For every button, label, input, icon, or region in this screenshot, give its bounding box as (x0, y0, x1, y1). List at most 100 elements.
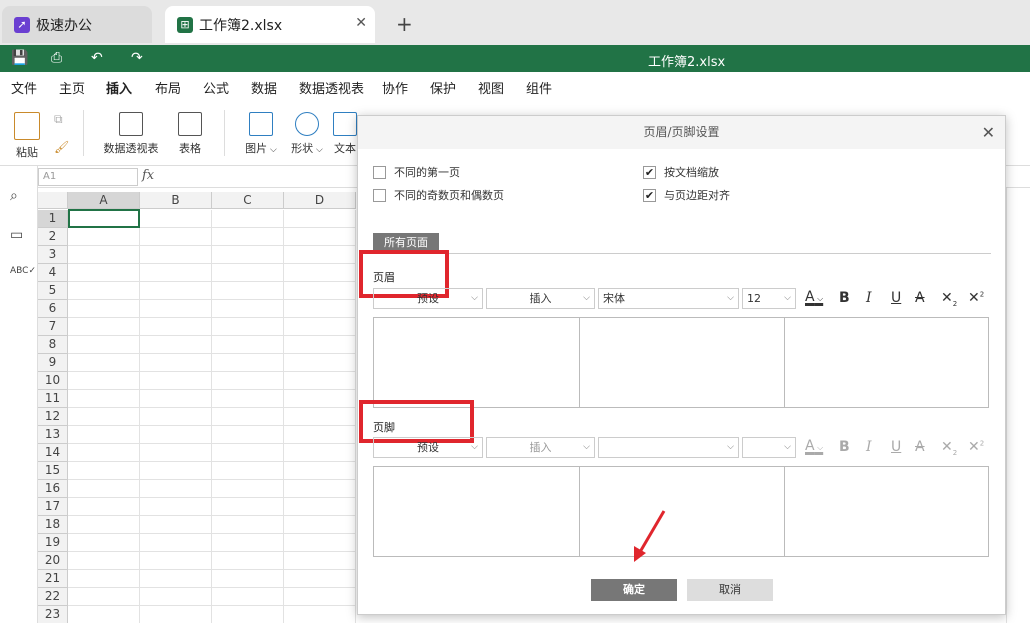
grid-cell[interactable] (140, 588, 212, 606)
grid-cell[interactable] (212, 408, 284, 426)
grid-cell[interactable] (284, 300, 356, 318)
font-color-icon[interactable]: A ⌵ (805, 438, 823, 454)
tab-jisu-office[interactable]: ➚ 极速办公 (2, 6, 152, 43)
column-header[interactable]: D (284, 192, 356, 209)
grid-cell[interactable] (68, 426, 140, 444)
spreadsheet-grid[interactable]: A B C D 1 2 3 4 5 6 7 8 9 10 11 12 13 14 15 16 17 18 19 20 2… (38, 188, 356, 623)
grid-cell[interactable] (284, 606, 356, 623)
row-header[interactable]: 3 (38, 246, 68, 264)
grid-cell[interactable] (284, 426, 356, 444)
shape-button[interactable]: 形状 ⌵ (289, 112, 325, 156)
grid-cell[interactable] (140, 408, 212, 426)
grid-cell[interactable] (68, 444, 140, 462)
grid-cell[interactable] (212, 372, 284, 390)
grid-cell[interactable] (68, 354, 140, 372)
grid-cell[interactable] (212, 516, 284, 534)
strikethrough-icon[interactable]: A (915, 290, 925, 306)
grid-cell[interactable] (140, 300, 212, 318)
grid-cell[interactable] (140, 210, 212, 228)
grid-cell[interactable] (140, 264, 212, 282)
row-header[interactable]: 7 (38, 318, 68, 336)
grid-cell[interactable] (140, 534, 212, 552)
grid-cell[interactable] (140, 372, 212, 390)
grid-cell[interactable] (212, 462, 284, 480)
font-color-icon[interactable]: A ⌵ (805, 289, 823, 305)
italic-icon[interactable]: I (866, 439, 872, 455)
grid-cell[interactable] (140, 282, 212, 300)
scale-with-document-checkbox[interactable]: ✔ 按文档缩放 (643, 164, 719, 180)
row-header[interactable]: 17 (38, 498, 68, 516)
row-header[interactable]: 12 (38, 408, 68, 426)
grid-cell[interactable] (212, 210, 284, 228)
menu-layout[interactable]: 布局 (155, 78, 181, 97)
grid-cell[interactable] (212, 588, 284, 606)
grid-cell[interactable] (284, 570, 356, 588)
row-header[interactable]: 10 (38, 372, 68, 390)
grid-cell[interactable] (68, 570, 140, 588)
grid-cell[interactable] (284, 552, 356, 570)
spellcheck-icon[interactable]: ABC✓ (10, 266, 36, 276)
grid-cell[interactable] (68, 300, 140, 318)
align-margins-checkbox[interactable]: ✔ 与页边距对齐 (643, 187, 730, 203)
tab-workbook[interactable]: ⊞ 工作簿2.xlsx ✕ (165, 6, 375, 43)
grid-cell[interactable] (140, 426, 212, 444)
select-all-corner[interactable] (38, 192, 68, 209)
row-header[interactable]: 22 (38, 588, 68, 606)
grid-cell[interactable] (68, 246, 140, 264)
column-header[interactable]: B (140, 192, 212, 209)
row-header[interactable]: 8 (38, 336, 68, 354)
grid-cell[interactable] (284, 462, 356, 480)
print-icon[interactable]: ⎙ (51, 50, 62, 66)
grid-cell[interactable] (140, 444, 212, 462)
header-font-select[interactable]: 宋体 ⌵ (598, 288, 739, 309)
row-header[interactable]: 5 (38, 282, 68, 300)
grid-cell[interactable] (68, 390, 140, 408)
menu-formula[interactable]: 公式 (203, 78, 229, 97)
undo-icon[interactable]: ↶ (91, 50, 103, 66)
search-icon[interactable]: ⌕ (10, 188, 18, 204)
format-brush-icon[interactable]: 🖌 (54, 140, 69, 154)
name-box[interactable]: A1 (38, 168, 138, 186)
row-header[interactable]: 23 (38, 606, 68, 623)
grid-cell[interactable] (140, 606, 212, 623)
save-icon[interactable]: 💾 (11, 50, 28, 66)
underline-icon[interactable]: U (891, 439, 901, 455)
grid-cell[interactable] (140, 462, 212, 480)
column-header[interactable]: A (68, 192, 140, 209)
grid-cell[interactable] (68, 552, 140, 570)
row-header[interactable]: 6 (38, 300, 68, 318)
grid-cell[interactable] (140, 570, 212, 588)
grid-cell[interactable] (212, 480, 284, 498)
grid-cell[interactable] (284, 390, 356, 408)
footer-insert-select[interactable]: 插入 ⌵ (486, 437, 595, 458)
grid-cell[interactable] (212, 336, 284, 354)
grid-cell[interactable] (284, 210, 356, 228)
grid-cell[interactable] (212, 606, 284, 623)
row-header[interactable]: 13 (38, 426, 68, 444)
row-header[interactable]: 14 (38, 444, 68, 462)
header-edit-area[interactable] (373, 317, 989, 408)
row-header[interactable]: 21 (38, 570, 68, 588)
grid-cell[interactable] (212, 570, 284, 588)
grid-cell[interactable] (284, 444, 356, 462)
row-header[interactable]: 9 (38, 354, 68, 372)
header-preset-select[interactable]: 预设 ⌵ (373, 288, 483, 309)
grid-cell[interactable] (140, 552, 212, 570)
grid-cell[interactable] (284, 498, 356, 516)
row-header[interactable]: 16 (38, 480, 68, 498)
grid-cell[interactable] (284, 480, 356, 498)
grid-cell[interactable] (212, 444, 284, 462)
grid-cell[interactable] (284, 372, 356, 390)
grid-cell[interactable] (212, 534, 284, 552)
grid-cell[interactable] (212, 498, 284, 516)
grid-cell[interactable] (68, 282, 140, 300)
grid-cell[interactable] (284, 408, 356, 426)
grid-cell[interactable] (68, 480, 140, 498)
active-cell[interactable] (68, 209, 140, 228)
grid-cell[interactable] (140, 246, 212, 264)
subscript-icon[interactable]: ✕2 (941, 439, 957, 457)
bold-icon[interactable]: B (839, 290, 850, 306)
bold-icon[interactable]: B (839, 439, 850, 455)
grid-cell[interactable] (140, 390, 212, 408)
footer-edit-area[interactable] (373, 466, 989, 557)
